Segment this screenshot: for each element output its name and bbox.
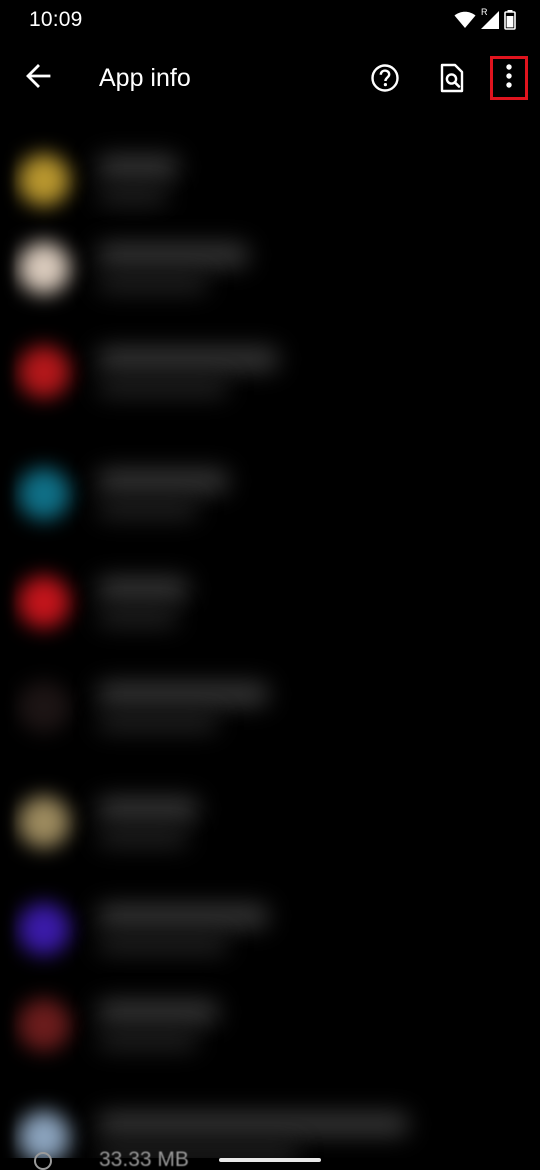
app-list-item[interactable] [0, 971, 540, 1079]
app-name-blurred [98, 1001, 218, 1023]
app-icon [18, 346, 70, 398]
status-bar: 10:09 R [0, 0, 540, 42]
battery-icon [504, 10, 516, 30]
wifi-icon [454, 11, 476, 29]
partial-row-size: 33.33 MB [99, 1148, 189, 1170]
app-icon [18, 154, 70, 206]
storage-icon [34, 1152, 52, 1170]
cell-signal-icon: R [480, 7, 500, 30]
app-list-item[interactable] [0, 1083, 540, 1158]
app-size-blurred [98, 188, 168, 204]
app-name-blurred [98, 578, 188, 600]
app-icon [18, 1111, 70, 1158]
help-circle-icon [370, 63, 400, 98]
list-edge-fade [0, 118, 16, 1158]
app-icon [18, 903, 70, 955]
app-size-blurred [98, 610, 178, 626]
app-list-item[interactable] [0, 318, 540, 426]
app-size-blurred [98, 1033, 198, 1049]
app-icon [18, 576, 70, 628]
app-icon [18, 468, 70, 520]
app-list-item[interactable] [0, 214, 540, 322]
app-bar: App info [0, 42, 540, 118]
app-name-blurred [98, 905, 268, 927]
more-options-button[interactable] [490, 56, 528, 100]
app-list-item[interactable] [0, 653, 540, 761]
app-list [0, 118, 540, 1158]
app-icon [18, 242, 70, 294]
app-size-blurred [98, 502, 198, 518]
status-time: 10:09 [29, 8, 83, 31]
page-title: App info [99, 64, 191, 92]
app-size-blurred [98, 830, 188, 846]
arrow-back-icon [25, 63, 51, 94]
help-button[interactable] [365, 60, 405, 100]
app-icon [18, 999, 70, 1051]
app-info-screen: 10:09 R App info 33.33 MB [0, 0, 540, 1170]
back-button[interactable] [20, 60, 56, 96]
gesture-nav-handle[interactable] [219, 1158, 321, 1162]
app-name-blurred [98, 798, 198, 820]
app-icon [18, 681, 70, 733]
app-size-blurred [98, 937, 228, 953]
app-name-blurred [98, 470, 228, 492]
more-vertical-icon [505, 63, 513, 94]
status-icons: R [454, 7, 516, 31]
roaming-indicator: R [481, 7, 488, 17]
app-size-blurred [98, 380, 228, 396]
search-document-icon [439, 63, 465, 98]
app-size-blurred [98, 276, 208, 292]
app-size-blurred [98, 715, 218, 731]
app-list-item[interactable] [0, 548, 540, 656]
app-name-blurred [98, 156, 178, 178]
app-list-item[interactable] [0, 440, 540, 548]
app-name-blurred [98, 348, 278, 370]
app-name-blurred [98, 244, 248, 266]
app-icon [18, 796, 70, 848]
search-apps-button[interactable] [432, 60, 472, 100]
app-list-item[interactable] [0, 768, 540, 876]
app-list-item[interactable] [0, 875, 540, 983]
app-name-blurred [98, 683, 268, 705]
app-name-blurred [98, 1113, 408, 1135]
